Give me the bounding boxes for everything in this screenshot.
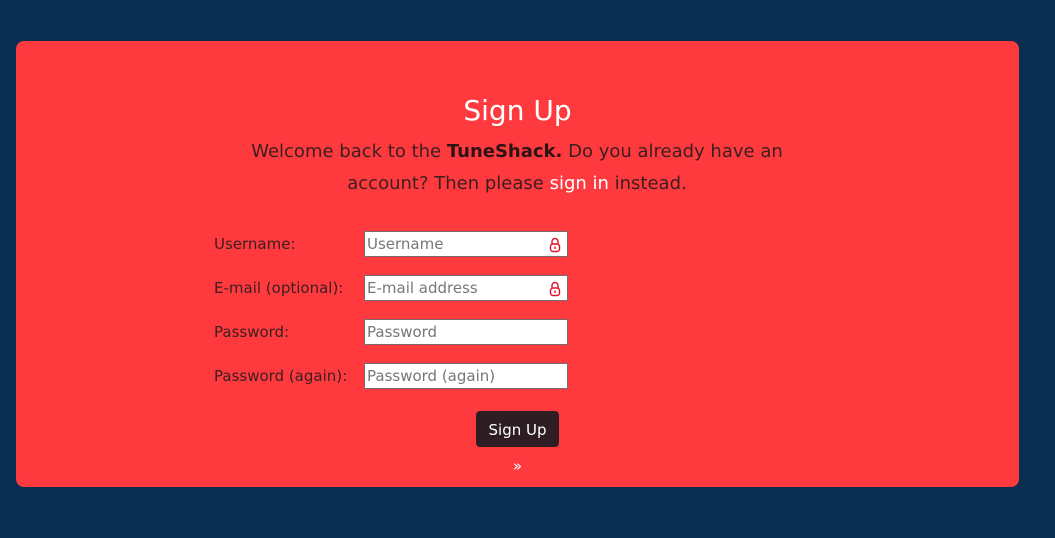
username-field-box bbox=[364, 231, 568, 257]
username-label: Username: bbox=[214, 235, 296, 253]
sign-up-button[interactable]: Sign Up » bbox=[476, 411, 559, 475]
password-again-field-box bbox=[364, 363, 568, 389]
page-title: Sign Up bbox=[463, 94, 572, 127]
password-input[interactable] bbox=[365, 320, 567, 344]
email-label: E-mail (optional): bbox=[214, 279, 344, 297]
intro-text-part3: instead. bbox=[608, 173, 687, 194]
email-field-box bbox=[364, 275, 568, 301]
signup-card: Sign Up Welcome back to the TuneShack. D… bbox=[16, 41, 1019, 487]
password-again-input[interactable] bbox=[365, 364, 567, 388]
intro-text: Welcome back to the TuneShack. Do you al… bbox=[232, 136, 802, 200]
password-label: Password: bbox=[214, 323, 290, 341]
username-input[interactable] bbox=[365, 232, 567, 256]
password-field-box bbox=[364, 319, 568, 345]
email-input[interactable] bbox=[365, 276, 567, 300]
lock-icon[interactable] bbox=[549, 237, 561, 253]
brand-name: TuneShack. bbox=[446, 141, 563, 162]
lock-icon[interactable] bbox=[549, 281, 561, 297]
sign-in-link[interactable]: sign in bbox=[550, 173, 609, 194]
password-again-label: Password (again): bbox=[214, 367, 348, 385]
intro-text-part1: Welcome back to the bbox=[251, 141, 447, 162]
